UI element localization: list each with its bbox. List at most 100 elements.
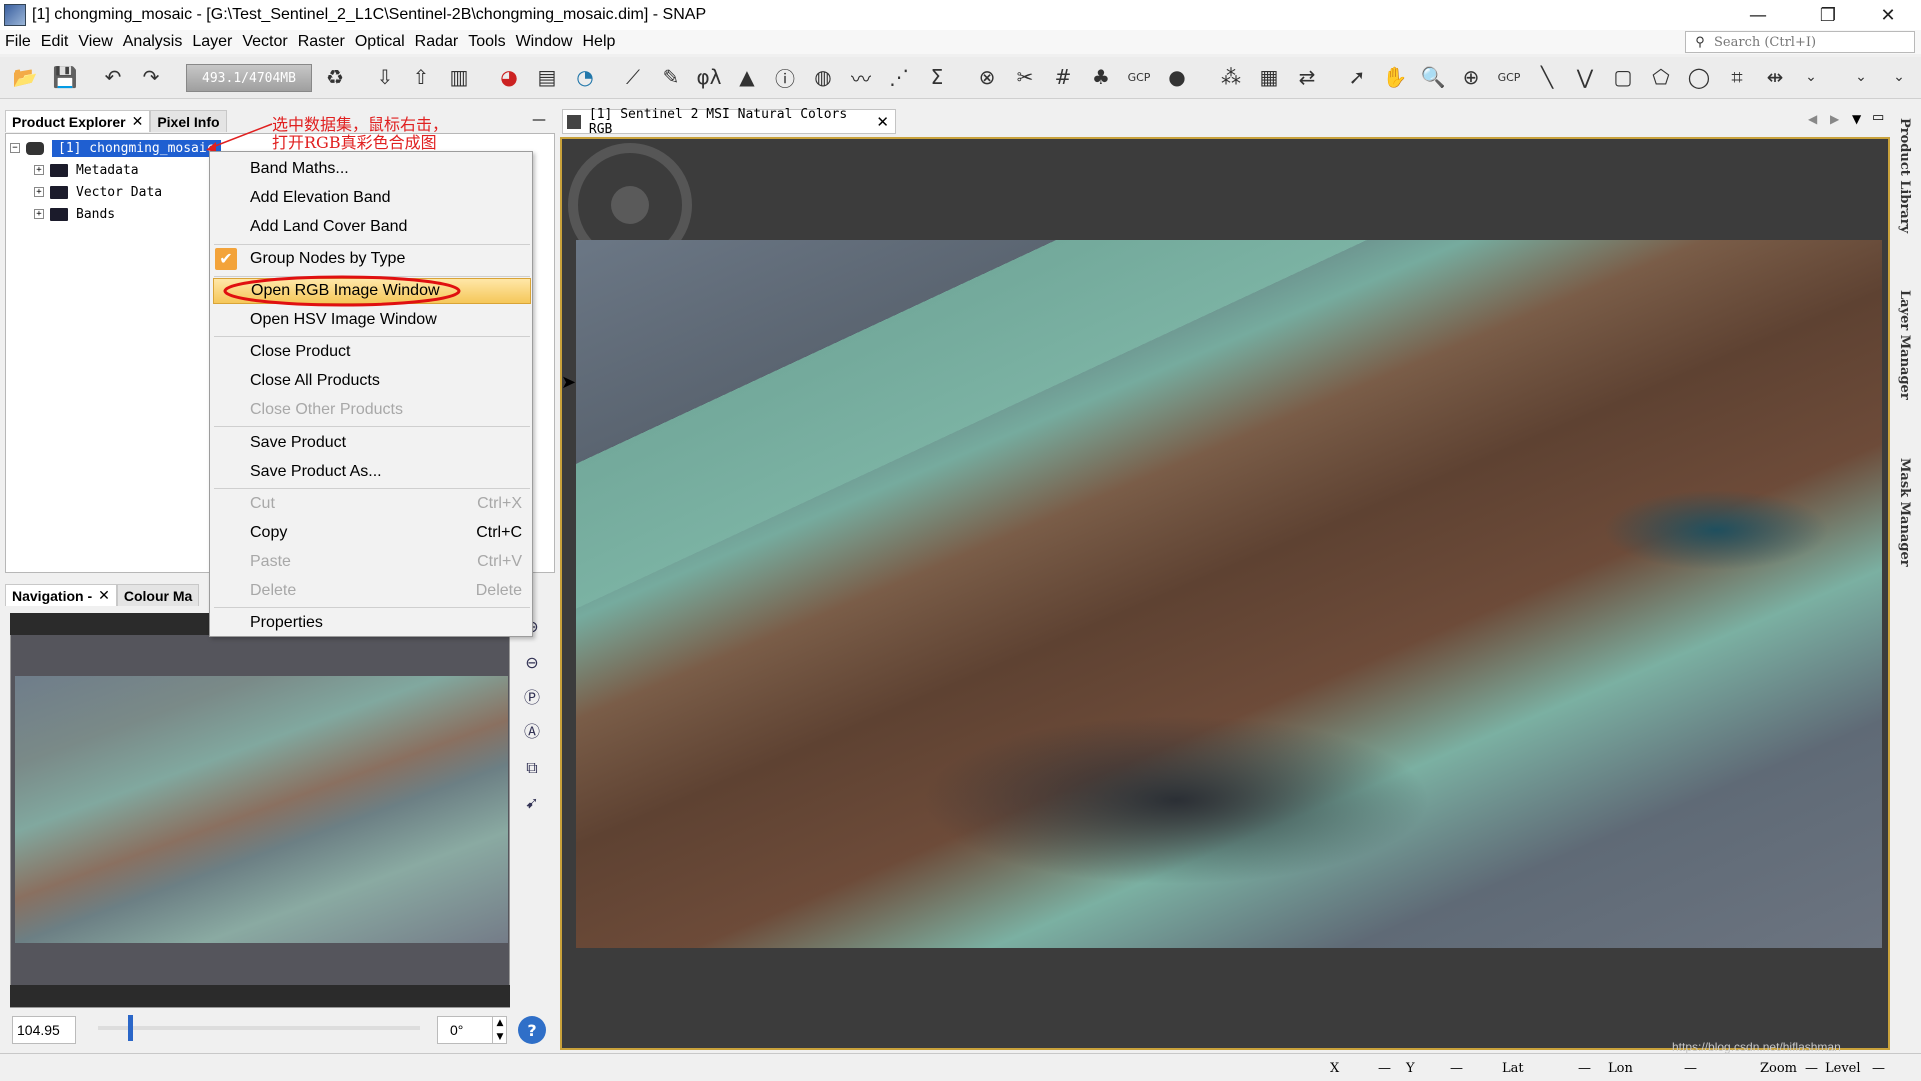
pan-rotate-center[interactable] xyxy=(611,186,649,224)
menu-help[interactable]: Help xyxy=(577,33,620,51)
expand-icon[interactable]: + xyxy=(34,209,44,219)
zoom-tool-icon[interactable]: 🔍 xyxy=(1418,62,1448,92)
cut-icon[interactable]: ✂ xyxy=(1010,62,1040,92)
menu-item-band-maths[interactable]: Band Maths... xyxy=(210,156,532,182)
tree-node-bands[interactable]: + Bands xyxy=(34,204,115,224)
close-tab-icon[interactable]: ✕ xyxy=(98,587,110,604)
pin-icon[interactable]: ⊗ xyxy=(972,62,1002,92)
mask-icon[interactable]: ● xyxy=(1162,62,1192,92)
tree-node-vector-data[interactable]: + Vector Data xyxy=(34,182,162,202)
memory-indicator[interactable]: 493.1/4704MB xyxy=(186,64,312,92)
tab-colour-manipulation[interactable]: Colour Ma xyxy=(116,584,200,606)
product-name[interactable]: [1] chongming_mosaic xyxy=(52,139,221,157)
zoom-all-icon[interactable]: Ⓐ xyxy=(520,718,544,742)
graph-icon[interactable]: ⁂ xyxy=(1216,62,1246,92)
maximize-view-icon[interactable]: ▭ xyxy=(1872,110,1884,125)
batch-icon[interactable]: ▦ xyxy=(1254,62,1284,92)
tab-image-view[interactable]: [1] Sentinel 2 MSI Natural Colors RGB ✕ xyxy=(562,107,896,137)
menu-analysis[interactable]: Analysis xyxy=(118,33,188,51)
edit-icon[interactable]: ✎ xyxy=(656,62,686,92)
more-tools-3-icon[interactable]: ⌄ xyxy=(1884,62,1914,92)
line-tool-icon[interactable]: ╲ xyxy=(1532,62,1562,92)
navigation-thumbnail[interactable] xyxy=(15,676,508,943)
sync-views-icon[interactable]: ⧉ xyxy=(520,756,544,780)
menu-raster[interactable]: Raster xyxy=(293,33,350,51)
rotation-spinner[interactable]: ▲ ▼ xyxy=(492,1016,507,1044)
open-product-icon[interactable]: 📂 xyxy=(10,62,40,92)
menu-item-properties[interactable]: Properties xyxy=(210,610,532,636)
statistics-icon[interactable]: ◍ xyxy=(808,62,838,92)
dock-layer-manager[interactable]: Layer Manager xyxy=(1897,290,1912,400)
layer-icon[interactable]: ▤ xyxy=(532,62,562,92)
close-tab-icon[interactable]: ✕ xyxy=(876,113,889,131)
gcp-icon[interactable]: GCP xyxy=(1124,62,1154,92)
zoom-slider[interactable] xyxy=(98,1026,420,1030)
undo-icon[interactable]: ↶ xyxy=(98,62,128,92)
zoom-out-icon[interactable]: ⊖ xyxy=(520,650,544,674)
polyline-tool-icon[interactable]: ⋁ xyxy=(1570,62,1600,92)
spectrum-icon[interactable]: φλ xyxy=(694,62,724,92)
menu-radar[interactable]: Radar xyxy=(410,33,464,51)
help-icon[interactable]: ? xyxy=(518,1016,546,1044)
menu-item-close-product[interactable]: Close Product xyxy=(210,339,532,365)
menu-file[interactable]: File xyxy=(0,33,36,51)
pan-tool-icon[interactable]: ✋ xyxy=(1380,62,1410,92)
info-icon[interactable]: ⓘ xyxy=(770,62,800,92)
tree-node-metadata[interactable]: + Metadata xyxy=(34,160,139,180)
dock-product-library[interactable]: Product Library xyxy=(1897,118,1912,233)
gc-icon[interactable]: ♻ xyxy=(320,62,350,92)
menu-edit[interactable]: Edit xyxy=(36,33,74,51)
tab-scroll-right-icon[interactable]: ▶ xyxy=(1830,112,1839,126)
redo-icon[interactable]: ↷ xyxy=(136,62,166,92)
menu-tools[interactable]: Tools xyxy=(463,33,510,51)
select-tool-icon[interactable]: ➚ xyxy=(1342,62,1372,92)
tab-product-explorer[interactable]: Product Explorer ✕ xyxy=(5,110,151,132)
close-icon[interactable]: ✕ xyxy=(1865,0,1911,30)
menu-item-group-nodes-by-type[interactable]: ✔ Group Nodes by Type xyxy=(210,246,532,272)
ellipse-tool-icon[interactable]: ◯ xyxy=(1684,62,1714,92)
restore-icon[interactable]: ❐ xyxy=(1805,0,1851,30)
gcp-tool-icon[interactable]: GCP xyxy=(1494,62,1524,92)
polygon-tool-icon[interactable]: ⬠ xyxy=(1646,62,1676,92)
histogram-icon[interactable]: ▲ xyxy=(732,62,762,92)
zoom-pixel-icon[interactable]: Ⓟ xyxy=(520,684,544,708)
menu-vector[interactable]: Vector xyxy=(237,33,292,51)
menu-optical[interactable]: Optical xyxy=(350,33,410,51)
minimize-panel-icon[interactable]: — xyxy=(532,112,546,128)
minimize-icon[interactable]: — xyxy=(1735,0,1781,30)
tab-navigation[interactable]: Navigation - ✕ xyxy=(5,584,117,606)
range-finder-icon[interactable]: ⇹ xyxy=(1760,62,1790,92)
transfer-icon[interactable]: ⇄ xyxy=(1292,62,1322,92)
sync-cursor-icon[interactable]: ➹ xyxy=(520,790,544,814)
menu-layer[interactable]: Layer xyxy=(187,33,237,51)
polyline-icon[interactable]: ⟋ xyxy=(618,62,648,92)
import-icon[interactable]: ⇩ xyxy=(370,62,400,92)
expand-icon[interactable]: + xyxy=(34,187,44,197)
more-tools-icon[interactable]: ⌄ xyxy=(1796,62,1826,92)
search-input[interactable]: ⚲ Search (Ctrl+I) xyxy=(1685,31,1915,53)
rgb-icon[interactable]: ◕ xyxy=(494,62,524,92)
world-icon[interactable]: ◔ xyxy=(570,62,600,92)
pin-tool-icon[interactable]: ⊕ xyxy=(1456,62,1486,92)
tab-scroll-left-icon[interactable]: ◀ xyxy=(1808,112,1817,126)
menu-item-add-land-cover-band[interactable]: Add Land Cover Band xyxy=(210,214,532,240)
pin-manager-icon[interactable]: ♣ xyxy=(1086,62,1116,92)
grid-icon[interactable]: # xyxy=(1048,62,1078,92)
profile-icon[interactable]: 〰 xyxy=(846,62,876,92)
expand-icon[interactable]: + xyxy=(34,165,44,175)
sum-icon[interactable]: Σ xyxy=(922,62,952,92)
scatter-icon[interactable]: ⋰ xyxy=(884,62,914,92)
menu-view[interactable]: View xyxy=(73,33,117,51)
more-tools-2-icon[interactable]: ⌄ xyxy=(1846,62,1876,92)
dock-mask-manager[interactable]: Mask Manager xyxy=(1897,458,1912,567)
tree-product-row[interactable]: − [1] chongming_mosaic xyxy=(10,138,221,158)
magic-wand-icon[interactable]: ⌗ xyxy=(1722,62,1752,92)
menu-item-copy[interactable]: Copy Ctrl+C xyxy=(210,520,532,546)
menu-item-add-elevation-band[interactable]: Add Elevation Band xyxy=(210,185,532,211)
satellite-rgb-image[interactable] xyxy=(576,240,1882,948)
menu-window[interactable]: Window xyxy=(511,33,578,51)
collapse-icon[interactable]: − xyxy=(10,143,20,153)
menu-item-close-all-products[interactable]: Close All Products xyxy=(210,368,532,394)
rectangle-tool-icon[interactable]: ▢ xyxy=(1608,62,1638,92)
zoom-slider-thumb[interactable] xyxy=(128,1015,133,1041)
